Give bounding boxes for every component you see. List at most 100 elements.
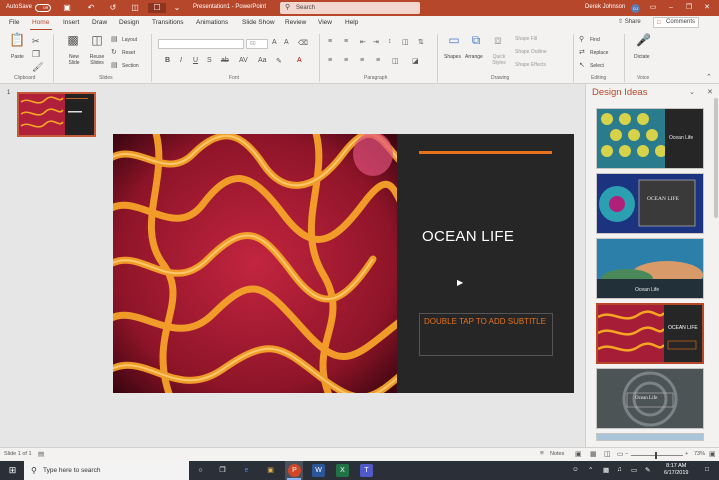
- tab-view[interactable]: View: [318, 19, 332, 26]
- font-family-select[interactable]: [158, 39, 244, 49]
- task-view-icon[interactable]: ❐: [216, 464, 229, 477]
- design-idea-card[interactable]: Ocean Life: [596, 368, 704, 429]
- design-ideas-scrollbar[interactable]: [714, 98, 718, 218]
- save-icon[interactable]: ▣: [62, 3, 72, 13]
- customize-toolbar-icon[interactable]: ⌄: [172, 3, 182, 13]
- word-icon[interactable]: W: [312, 464, 325, 477]
- autosave-toggle[interactable]: Off: [35, 4, 51, 12]
- new-slide-label[interactable]: New Slide: [66, 54, 82, 66]
- layout-button[interactable]: Layout: [122, 37, 137, 43]
- decrease-indent-icon[interactable]: ⇤: [360, 38, 366, 46]
- text-direction-icon[interactable]: ⇅: [418, 38, 424, 46]
- font-size-select[interactable]: 60: [246, 39, 268, 49]
- excel-icon[interactable]: X: [336, 464, 349, 477]
- increase-font-icon[interactable]: A: [272, 39, 277, 46]
- slide-canvas[interactable]: OCEAN LIFE ▶ DOUBLE TAP TO ADD SUBTITLE: [113, 134, 574, 393]
- tab-insert[interactable]: Insert: [63, 19, 79, 26]
- bold-icon[interactable]: B: [165, 57, 170, 64]
- align-left-icon[interactable]: ≡: [328, 57, 332, 64]
- tab-file[interactable]: File: [9, 19, 19, 26]
- tab-review[interactable]: Review: [285, 19, 306, 26]
- reset-button[interactable]: Reset: [122, 50, 135, 56]
- italic-icon[interactable]: I: [180, 57, 182, 64]
- restore-icon[interactable]: ❐: [682, 2, 696, 14]
- new-slide-icon[interactable]: ▩: [65, 34, 81, 46]
- tab-transitions[interactable]: Transitions: [152, 19, 184, 26]
- align-text-icon[interactable]: ◫: [392, 57, 399, 65]
- subtitle-placeholder[interactable]: DOUBLE TAP TO ADD SUBTITLE: [419, 313, 553, 356]
- smartart-icon[interactable]: ◪: [412, 57, 419, 65]
- format-painter-icon[interactable]: 🖌: [32, 62, 43, 72]
- tab-draw[interactable]: Draw: [92, 19, 107, 26]
- zoom-slider-thumb[interactable]: [655, 452, 657, 459]
- file-explorer-icon[interactable]: ▣: [264, 464, 277, 477]
- design-idea-card[interactable]: Ocean Life: [596, 108, 704, 169]
- accessibility-icon[interactable]: ▤: [38, 450, 44, 458]
- powerpoint-icon[interactable]: P: [288, 464, 301, 477]
- present-icon[interactable]: ◫: [130, 3, 140, 13]
- paste-icon[interactable]: 📋: [9, 33, 25, 46]
- minimize-icon[interactable]: –: [664, 2, 678, 14]
- align-center-icon[interactable]: ≡: [344, 57, 348, 64]
- tab-help[interactable]: Help: [345, 19, 358, 26]
- copy-icon[interactable]: ❐: [32, 49, 40, 59]
- collapse-ribbon-icon[interactable]: ⌃: [706, 73, 712, 83]
- zoom-in-icon[interactable]: +: [685, 451, 688, 457]
- paste-label[interactable]: Paste: [11, 54, 24, 60]
- decrease-font-icon[interactable]: A: [284, 39, 289, 46]
- comments-button[interactable]: □ Comments: [653, 17, 699, 28]
- slide-title[interactable]: OCEAN LIFE: [422, 228, 514, 245]
- line-spacing-icon[interactable]: ↕: [388, 38, 392, 45]
- shadow-icon[interactable]: S: [207, 57, 212, 64]
- edge-icon[interactable]: e: [240, 464, 253, 477]
- tab-home[interactable]: Home: [32, 19, 49, 26]
- search-box[interactable]: ⚲ Search: [280, 2, 420, 14]
- ribbon-display-icon[interactable]: ▭: [646, 2, 660, 14]
- reuse-slides-icon[interactable]: ◫: [89, 34, 105, 46]
- design-idea-card[interactable]: OCEAN LIFE: [596, 173, 704, 234]
- pane-close-icon[interactable]: ✕: [707, 88, 713, 96]
- pane-options-icon[interactable]: ⌄: [689, 88, 695, 96]
- notifications-icon[interactable]: □: [705, 466, 709, 473]
- notes-button[interactable]: Notes: [550, 451, 564, 457]
- design-idea-card[interactable]: Ocean Life: [596, 238, 704, 299]
- shapes-icon[interactable]: ▭: [446, 34, 462, 46]
- touch-mode-icon[interactable]: ☐: [148, 3, 166, 13]
- close-icon[interactable]: ✕: [700, 2, 714, 14]
- find-button[interactable]: Find: [590, 37, 600, 43]
- align-right-icon[interactable]: ≡: [360, 57, 364, 64]
- font-color-icon[interactable]: A: [297, 57, 302, 64]
- highlight-icon[interactable]: ✎: [276, 57, 282, 65]
- avatar[interactable]: DJ: [631, 4, 640, 13]
- taskbar-search[interactable]: ⚲ Type here to search: [24, 461, 189, 480]
- teams-icon[interactable]: T: [360, 464, 373, 477]
- select-button[interactable]: Select: [590, 63, 604, 69]
- people-icon[interactable]: ☺: [572, 466, 579, 473]
- strikethrough-icon[interactable]: ab: [221, 57, 229, 64]
- undo-icon[interactable]: ↶: [86, 3, 96, 13]
- section-button[interactable]: Section: [122, 63, 139, 69]
- battery-icon[interactable]: ▭: [631, 466, 637, 474]
- zoom-level[interactable]: 73%: [694, 451, 705, 457]
- columns-icon[interactable]: ◫: [402, 38, 409, 46]
- change-case-icon[interactable]: Aa: [258, 57, 267, 64]
- replace-button[interactable]: Replace: [590, 50, 608, 56]
- fit-to-window-icon[interactable]: ▣: [709, 450, 716, 458]
- justify-icon[interactable]: ≡: [376, 57, 380, 64]
- clear-format-icon[interactable]: ⌫: [298, 39, 308, 47]
- shape-fill-button[interactable]: Shape Fill: [515, 36, 537, 42]
- redo-icon[interactable]: ↺: [108, 3, 118, 13]
- windows-start-icon[interactable]: ⊞: [6, 464, 19, 477]
- tab-animations[interactable]: Animations: [196, 19, 228, 26]
- shapes-label[interactable]: Shapes: [444, 54, 461, 60]
- shape-effects-button[interactable]: Shape Effects: [515, 62, 546, 68]
- arrange-icon[interactable]: ⧉: [468, 34, 484, 46]
- share-button[interactable]: ⇧ Share: [618, 18, 641, 25]
- slide-sorter-icon[interactable]: ▦: [590, 450, 597, 458]
- numbering-icon[interactable]: ≡: [344, 38, 348, 45]
- user-name[interactable]: Derek Johnson: [585, 4, 625, 10]
- system-clock[interactable]: 8:17 AM 6/17/2019: [664, 463, 688, 477]
- quick-styles-label[interactable]: Quick Styles: [489, 54, 509, 66]
- underline-icon[interactable]: U: [193, 57, 198, 64]
- bullets-icon[interactable]: ≡: [328, 38, 332, 45]
